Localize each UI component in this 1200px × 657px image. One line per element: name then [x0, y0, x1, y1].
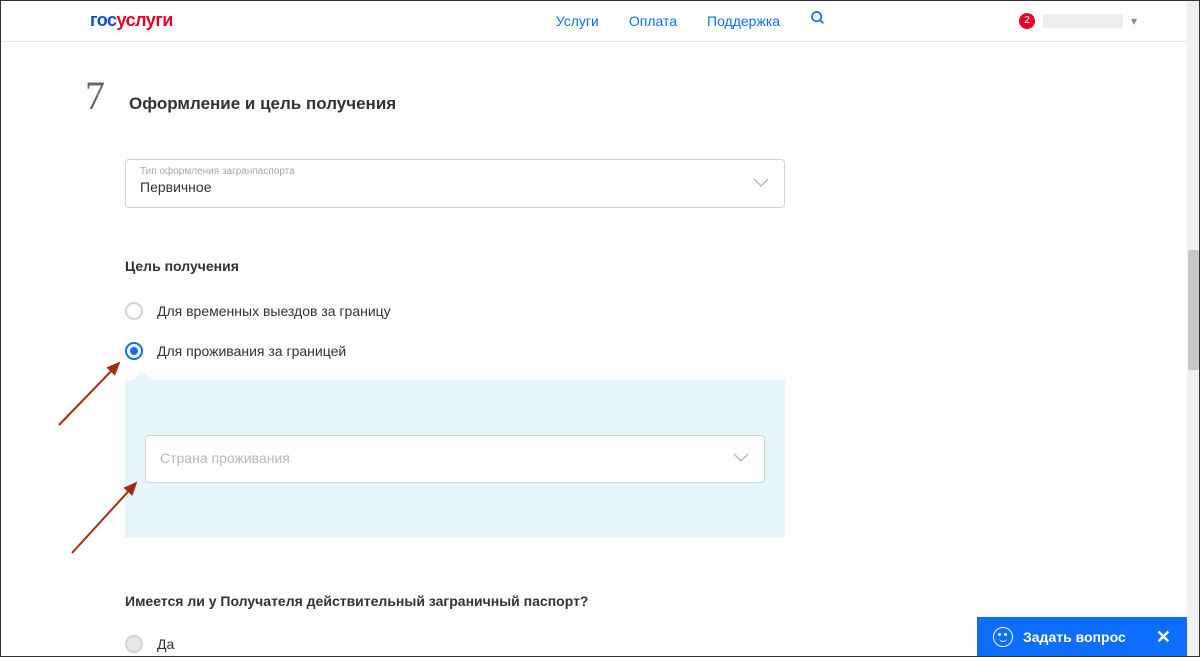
search-icon[interactable] — [810, 10, 826, 31]
chevron-down-icon: ▾ — [1131, 14, 1137, 28]
radio-label: Для проживания за границей — [157, 343, 346, 359]
radio-label: Для временных выездов за границу — [157, 303, 391, 319]
step-number: 7 — [75, 72, 105, 119]
scrollbar-track[interactable] — [1187, 0, 1200, 657]
country-select[interactable]: Страна проживания — [145, 435, 765, 483]
radio-has-passport-yes[interactable]: Да — [125, 635, 785, 653]
ask-question-widget[interactable]: Задать вопрос ✕ — [977, 617, 1187, 657]
radio-residence[interactable]: Для проживания за границей — [125, 342, 785, 360]
radio-temp-trips[interactable]: Для временных выездов за границу — [125, 302, 785, 320]
select-label: Тип оформления загранпаспорта — [140, 166, 770, 177]
step-title: Оформление и цель получения — [129, 94, 396, 114]
select-value: Первичное — [140, 179, 212, 195]
scrollbar-thumb[interactable] — [1188, 250, 1199, 370]
chevron-down-icon — [733, 450, 749, 468]
step-header: 7 Оформление и цель получения — [75, 72, 790, 119]
user-menu[interactable]: 2 ▾ — [1019, 13, 1137, 29]
nav-payment[interactable]: Оплата — [629, 13, 677, 29]
close-icon[interactable]: ✕ — [1156, 627, 1171, 648]
content: 7 Оформление и цель получения Тип оформл… — [0, 42, 790, 653]
header: госуслуги Услуги Оплата Поддержка 2 ▾ — [0, 0, 1187, 42]
residence-panel: Страна проживания — [125, 380, 785, 538]
chevron-down-icon — [753, 175, 769, 193]
passport-type-select[interactable]: Тип оформления загранпаспорта Первичное — [125, 159, 785, 208]
purpose-label: Цель получения — [125, 258, 785, 274]
user-name — [1043, 14, 1123, 28]
radio-icon — [125, 302, 143, 320]
nav-services[interactable]: Услуги — [556, 13, 599, 29]
radio-selected-icon — [125, 342, 143, 360]
nav-support[interactable]: Поддержка — [707, 13, 780, 29]
ask-label: Задать вопрос — [1023, 629, 1126, 645]
face-icon — [993, 627, 1013, 647]
logo[interactable]: госуслуги — [90, 10, 173, 31]
has-passport-label: Имеется ли у Получателя действительный з… — [125, 593, 785, 609]
nav-links: Услуги Оплата Поддержка — [556, 10, 826, 31]
select-placeholder: Страна проживания — [160, 450, 290, 466]
annotation-arrow — [57, 357, 129, 429]
radio-label: Да — [157, 636, 174, 652]
radio-icon — [125, 635, 143, 653]
notifications-badge: 2 — [1019, 13, 1035, 29]
